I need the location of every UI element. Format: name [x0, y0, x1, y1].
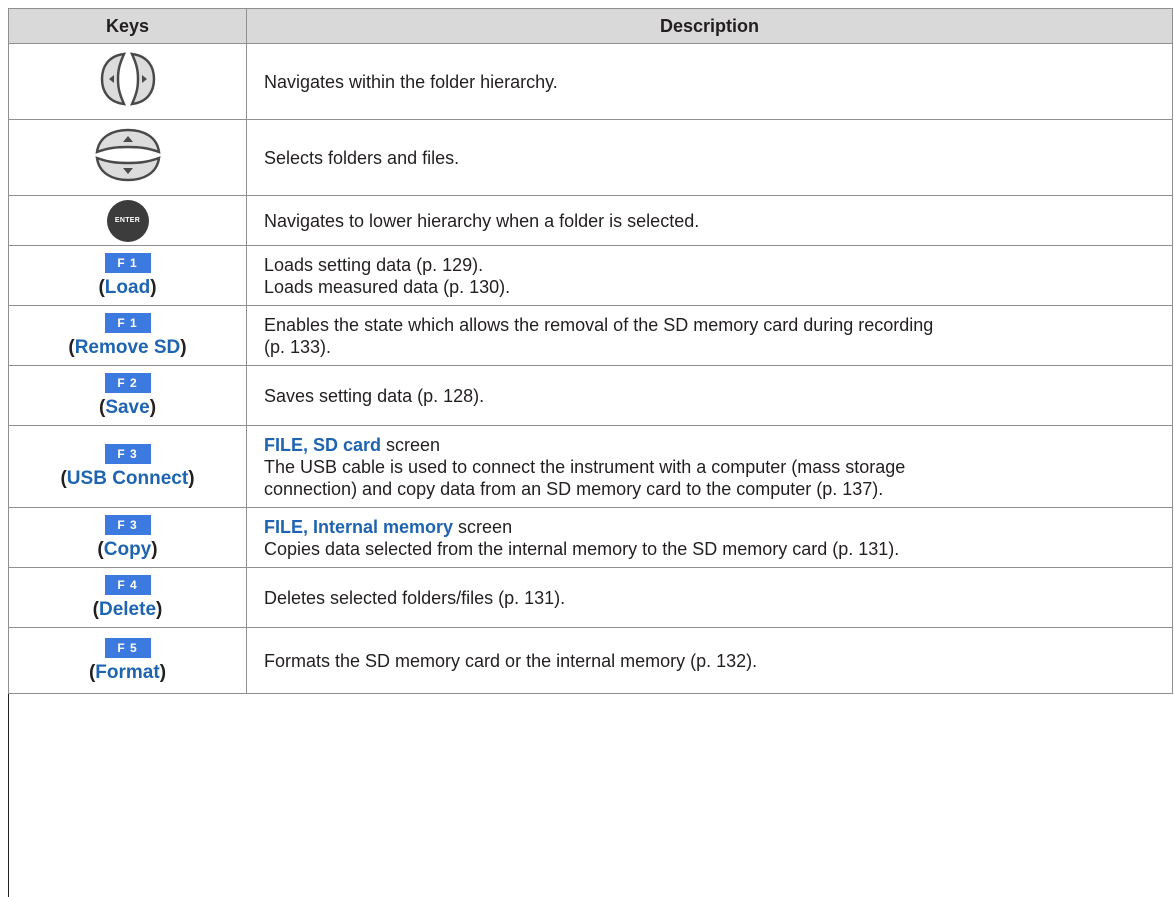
description-line: Enables the state which allows the remov… — [264, 314, 934, 335]
key-cell: F 2 (Save) — [8, 365, 247, 426]
description-cell: Selects folders and files. — [246, 119, 1173, 196]
function-name-label: Delete — [98, 598, 157, 620]
screen-line: FILE, SD card screen — [264, 434, 1162, 456]
table-row: F 1 (Remove SD) Enables the state which al… — [8, 305, 1173, 366]
description-cell: FILE, Internal memory screen Copies data … — [246, 507, 1173, 568]
table-row: F 3 (USB Connect) FILE, SD card screen The … — [8, 425, 1173, 508]
function-key-icon: F 4 — [104, 574, 151, 595]
function-key: F 1 (Load) — [9, 252, 246, 299]
function-key-icon: F 1 — [104, 252, 151, 273]
function-name-label: USB Connect — [66, 467, 189, 489]
function-name-label: Copy — [103, 538, 152, 560]
function-name: (USB Connect) — [9, 468, 246, 490]
key-cell: ENTER — [8, 195, 247, 246]
enter-key-icon: ENTER — [106, 199, 149, 242]
function-key-icon: F 5 — [104, 637, 151, 658]
description-line: Navigates to lower hierarchy when a fold… — [264, 210, 700, 231]
function-key: F 2 (Save) — [9, 372, 246, 419]
up-down-arrow-keys-icon — [94, 128, 161, 182]
paren-close: ) — [180, 336, 187, 358]
table-row: F 3 (Copy) FILE, Internal memory screen Cop… — [8, 507, 1173, 568]
key-cell — [8, 119, 247, 196]
function-key-icon: F 3 — [104, 514, 151, 535]
description-line: Copies data selected from the internal m… — [264, 538, 900, 559]
function-key: F 1 (Remove SD) — [9, 312, 246, 359]
paren-close: ) — [188, 467, 195, 489]
table-header-row: Keys Description — [8, 8, 1173, 44]
function-key: F 5 (Format) — [9, 637, 246, 684]
description-cell: Loads setting data (p. 129). Loads measur… — [246, 245, 1173, 306]
key-cell: F 1 (Load) — [8, 245, 247, 306]
description-line: Selects folders and files. — [264, 147, 460, 168]
description-cell: Saves setting data (p. 128). — [246, 365, 1173, 426]
paren-close: ) — [159, 661, 167, 683]
function-name-label: Save — [105, 396, 150, 418]
screen-suffix: screen — [381, 434, 441, 455]
description-line: The USB cable is used to connect the ins… — [264, 456, 906, 477]
function-key-icon: F 3 — [104, 443, 151, 464]
paren-close: ) — [149, 396, 157, 418]
function-name: (Delete) — [9, 599, 246, 621]
key-cell: F 3 (USB Connect) — [8, 425, 247, 508]
description-line: Navigates within the folder hierarchy. — [264, 71, 558, 92]
header-keys: Keys — [8, 8, 247, 44]
screen-suffix: screen — [453, 516, 513, 537]
table-row: F 1 (Load) Loads setting data (p. 129). Loa… — [8, 245, 1173, 306]
table-row: ENTER Navigates to lower hierarchy when a… — [8, 195, 1173, 246]
screen-name: FILE, SD card — [264, 434, 382, 455]
table-row: Selects folders and files. — [8, 119, 1173, 196]
function-key-icon: F 2 — [104, 372, 151, 393]
function-key-icon: F 1 — [104, 312, 151, 333]
function-name: (Format) — [9, 662, 246, 684]
key-cell: F 4 (Delete) — [8, 567, 247, 628]
description-cell: Navigates to lower hierarchy when a fold… — [246, 195, 1173, 246]
function-name: (Remove SD) — [9, 337, 246, 359]
function-name-label: Load — [104, 276, 151, 298]
description-cell: FILE, SD card screen The USB cable is use… — [246, 425, 1173, 508]
description-line: Loads measured data (p. 130). — [264, 276, 511, 297]
description-line: Saves setting data (p. 128). — [264, 385, 485, 406]
table-row: F 2 (Save) Saves setting data (p. 128). — [8, 365, 1173, 426]
description-line: Loads setting data (p. 129). — [264, 254, 484, 275]
key-cell: F 5 (Format) — [8, 627, 247, 694]
description-line: Deletes selected folders/files (p. 131). — [264, 587, 566, 608]
paren-close: ) — [150, 276, 157, 298]
function-name-label: Remove SD — [74, 336, 181, 358]
function-key: F 4 (Delete) — [9, 574, 246, 621]
description-cell: Deletes selected folders/files (p. 131). — [246, 567, 1173, 628]
key-cell: F 3 (Copy) — [8, 507, 247, 568]
paren-close: ) — [156, 598, 163, 620]
description-line: (p. 133). — [264, 336, 332, 357]
description-line: Formats the SD memory card or the intern… — [264, 650, 758, 671]
function-name: (Load) — [9, 277, 246, 299]
function-key: F 3 (USB Connect) — [9, 443, 246, 490]
key-cell: F 1 (Remove SD) — [8, 305, 247, 366]
function-name-label: Format — [95, 661, 160, 683]
paren-close: ) — [151, 538, 158, 560]
description-cell: Enables the state which allows the remov… — [246, 305, 1173, 366]
function-name: (Save) — [9, 397, 246, 419]
left-right-arrow-keys-icon — [100, 52, 155, 106]
function-key: F 3 (Copy) — [9, 514, 246, 561]
function-name: (Copy) — [9, 539, 246, 561]
table-row: F 5 (Format) Formats the SD memory card or… — [8, 627, 1173, 694]
screen-name: FILE, Internal memory — [264, 516, 454, 537]
table-row: Navigates within the folder hierarchy. — [8, 43, 1173, 120]
description-line: connection) and copy data from an SD mem… — [264, 478, 884, 499]
description-cell: Navigates within the folder hierarchy. — [246, 43, 1173, 120]
description-cell: Formats the SD memory card or the intern… — [246, 627, 1173, 694]
screen-line: FILE, Internal memory screen — [264, 516, 1162, 538]
header-description: Description — [246, 8, 1173, 44]
keys-table: Keys Description Navigates within the fo… — [8, 8, 1173, 694]
table-row: F 4 (Delete) Deletes selected folders/file… — [8, 567, 1173, 628]
key-cell — [8, 43, 247, 120]
